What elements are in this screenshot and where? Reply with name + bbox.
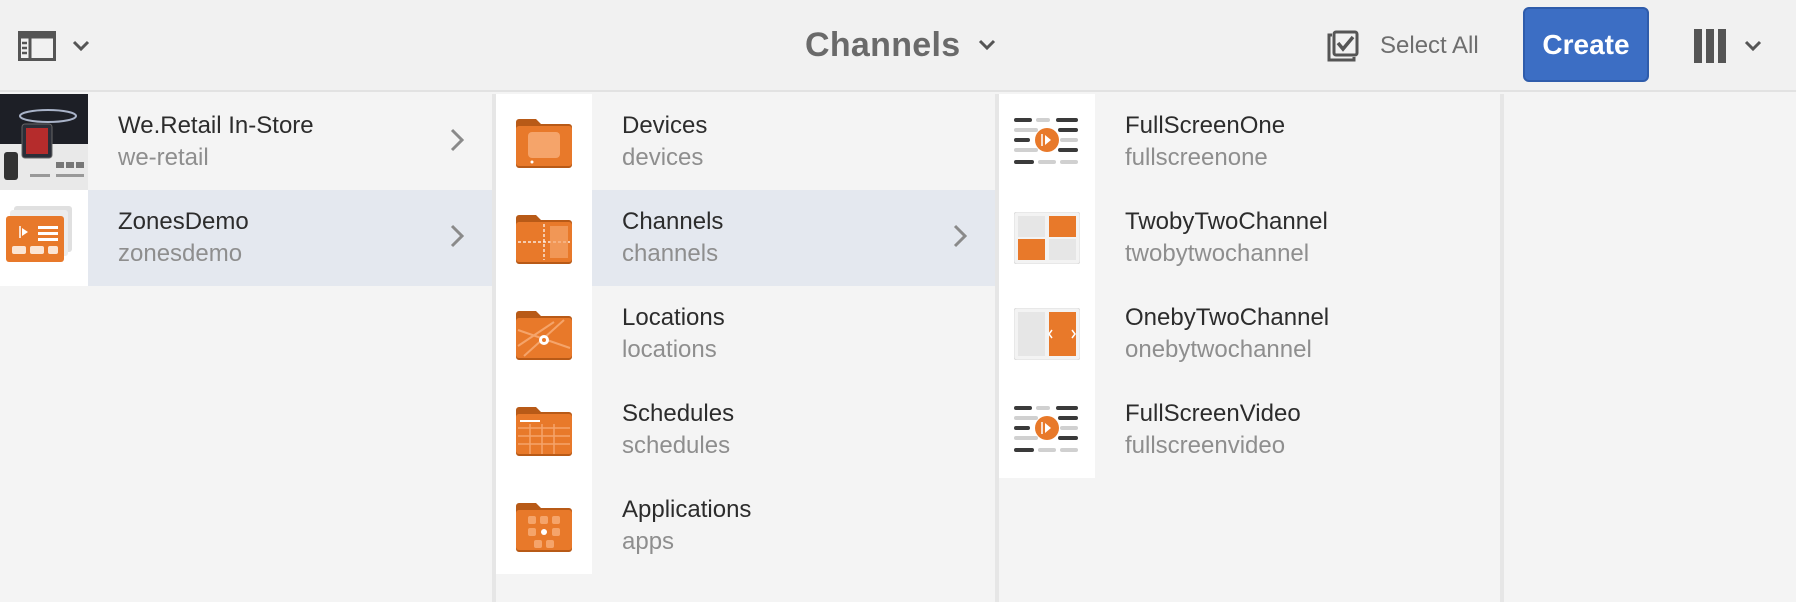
chevron-down-icon — [72, 40, 90, 52]
item-name: twobytwochannel — [1125, 240, 1310, 267]
item-name: channels — [622, 240, 719, 267]
page-title-dropdown[interactable]: Channels — [805, 20, 996, 70]
page-title: Channels — [805, 25, 961, 64]
item-name: schedules — [622, 432, 731, 459]
rail-toggle-icon — [18, 31, 56, 61]
chevron-right-icon — [450, 224, 464, 248]
list-item-twobytwochannel[interactable]: TwobyTwoChannel twobytwochannel — [999, 190, 1500, 286]
item-title: We.Retail In-Store — [118, 112, 314, 139]
item-name: onebytwochannel — [1125, 336, 1312, 363]
list-item-channels[interactable]: Channels channels — [496, 190, 995, 286]
item-name: devices — [622, 144, 704, 171]
item-name: we-retail — [118, 144, 209, 171]
miller-column-3: FullScreenOne fullscreenone TwobyTwoChan… — [999, 94, 1504, 602]
item-title: Locations — [622, 304, 725, 331]
column-view-icon — [1694, 29, 1726, 63]
item-title: ZonesDemo — [118, 208, 249, 235]
item-title: OnebyTwoChannel — [1125, 304, 1330, 331]
create-button[interactable]: Create — [1523, 7, 1649, 82]
item-title: Channels — [622, 208, 724, 235]
chevron-down-icon — [1744, 40, 1762, 52]
devices-folder-icon — [496, 94, 592, 190]
item-name: fullscreenone — [1125, 144, 1268, 171]
select-all-button[interactable]: Select All — [1326, 24, 1479, 68]
split-1x2-channel-icon — [999, 286, 1095, 382]
item-title: FullScreenOne — [1125, 112, 1286, 139]
list-item-onebytwochannel[interactable]: OnebyTwoChannel onebytwochannel — [999, 286, 1500, 382]
item-name: locations — [622, 336, 717, 363]
item-name: apps — [622, 528, 675, 555]
action-bar: Channels Select All Create — [0, 0, 1796, 92]
apps-folder-icon — [496, 478, 592, 574]
channels-folder-icon — [496, 190, 592, 286]
locations-folder-icon — [496, 286, 592, 382]
list-item-we-retail[interactable]: We.Retail In-Store we-retail — [0, 94, 492, 190]
list-item-locations[interactable]: Locations locations — [496, 286, 995, 382]
select-all-label: Select All — [1380, 32, 1479, 59]
item-title: Applications — [622, 496, 752, 523]
item-name: zonesdemo — [118, 240, 243, 267]
chevron-down-icon — [978, 39, 996, 51]
view-switcher-button[interactable] — [1694, 26, 1762, 66]
list-item-fullscreenvideo[interactable]: FullScreenVideo fullscreenvideo — [999, 382, 1500, 478]
fullscreen-channel-icon — [999, 94, 1095, 190]
rail-toggle-button[interactable] — [18, 24, 108, 68]
list-item-fullscreenone[interactable]: FullScreenOne fullscreenone — [999, 94, 1500, 190]
list-item-apps[interactable]: Applications apps — [496, 478, 995, 574]
list-item-zonesdemo[interactable]: ZonesDemo zonesdemo — [0, 190, 492, 286]
schedules-folder-icon — [496, 382, 592, 478]
project-thumbnail — [0, 190, 88, 286]
list-item-schedules[interactable]: Schedules schedules — [496, 382, 995, 478]
retail-photo-thumbnail — [0, 94, 88, 190]
item-title: Schedules — [622, 400, 735, 427]
item-title: Devices — [622, 112, 708, 139]
item-title: FullScreenVideo — [1125, 400, 1301, 427]
grid-2x2-channel-icon — [999, 190, 1095, 286]
list-item-devices[interactable]: Devices devices — [496, 94, 995, 190]
fullscreen-video-icon — [999, 382, 1095, 478]
select-all-checkbox-icon — [1326, 29, 1360, 63]
item-name: fullscreenvideo — [1125, 432, 1286, 459]
item-title: TwobyTwoChannel — [1125, 208, 1328, 235]
miller-column-2: Devices devices Channels channels Locati… — [496, 94, 999, 602]
chevron-right-icon — [953, 224, 967, 248]
miller-column-1: We.Retail In-Store we-retail ZonesDemo z… — [0, 94, 496, 602]
miller-column-4 — [1504, 94, 1796, 602]
chevron-right-icon — [450, 128, 464, 152]
